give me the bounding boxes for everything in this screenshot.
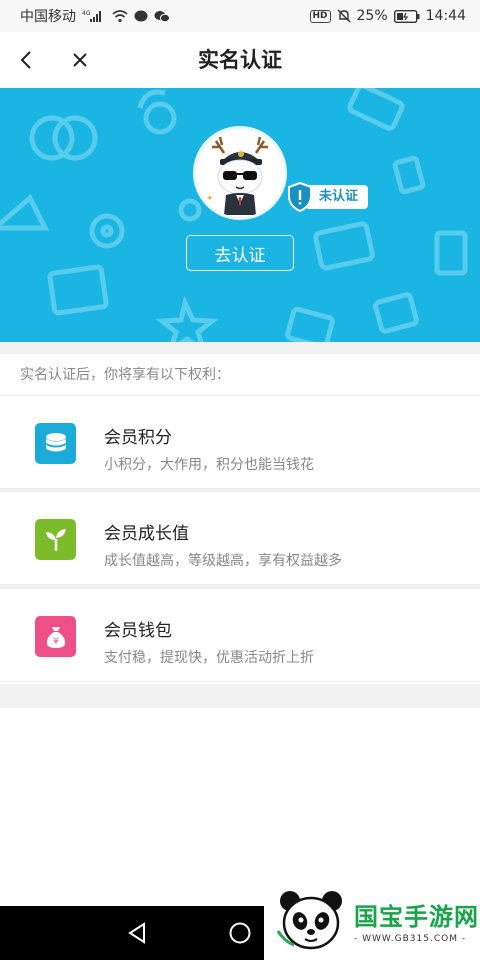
- nav-back-icon[interactable]: [124, 919, 152, 947]
- benefit-title: 会员积分: [104, 428, 172, 448]
- status-bar: 中国移动 4G HD 25% 14:44: [0, 0, 480, 32]
- battery-percent: 25%: [356, 8, 388, 24]
- benefit-card-growth[interactable]: 会员成长值 成长值越高，等级越高，享有权益越多: [0, 491, 480, 585]
- title-bar: 实名认证: [0, 32, 480, 88]
- panda-logo-icon: [276, 891, 342, 950]
- message-icon: [134, 10, 148, 23]
- benefit-title: 会员钱包: [104, 621, 172, 641]
- verification-status-label: 未认证: [305, 185, 369, 209]
- svg-text:4G: 4G: [82, 10, 91, 17]
- benefit-card-wallet[interactable]: ¥ 会员钱包 支付稳，提现快，优惠活动折上折: [0, 588, 480, 682]
- battery-icon: [393, 9, 420, 23]
- coins-stack-icon: [35, 423, 76, 464]
- carrier-label: 中国移动: [20, 9, 76, 25]
- benefit-card-points[interactable]: 会员积分 小积分，大作用，积分也能当钱花: [0, 395, 480, 489]
- benefits-heading: 实名认证后，你将享有以下权利：: [20, 367, 230, 383]
- section-divider: [0, 684, 480, 708]
- benefit-description: 支付稳，提现快，优惠活动折上折: [104, 650, 314, 666]
- svg-text:✦: ✦: [206, 194, 214, 204]
- nav-home-icon[interactable]: [226, 919, 254, 947]
- watermark-url: - WWW.GB315.COM -: [354, 933, 467, 944]
- section-divider: [0, 342, 480, 354]
- benefit-description: 小积分，大作用，积分也能当钱花: [104, 457, 314, 473]
- sprout-icon: [35, 519, 76, 560]
- status-right: HD 25% 14:44: [309, 8, 466, 24]
- clock: 14:44: [425, 8, 466, 24]
- watermark-brand: 国宝手游网: [354, 902, 479, 931]
- avatar: ✦: [193, 126, 287, 220]
- close-icon: [73, 53, 87, 67]
- status-left: 中国移动 4G: [20, 6, 170, 26]
- deer-mascot-icon: ✦: [206, 136, 268, 215]
- money-bag-icon: ¥: [35, 616, 76, 657]
- verification-status-badge: 未认证: [287, 182, 369, 212]
- close-button[interactable]: [66, 46, 94, 74]
- watermark-text: 国宝手游网 - WWW.GB315.COM -: [354, 897, 479, 944]
- svg-text:¥: ¥: [53, 637, 59, 647]
- wifi-icon: [112, 9, 128, 23]
- mute-icon: [337, 9, 351, 23]
- verify-button[interactable]: 去认证: [186, 235, 294, 271]
- shield-alert-icon: [288, 182, 312, 212]
- signal-icon: 4G: [82, 9, 106, 23]
- wechat-icon: [154, 10, 170, 23]
- hd-badge: HD: [309, 9, 331, 23]
- watermark: 国宝手游网 - WWW.GB315.COM -: [264, 880, 480, 960]
- benefit-title: 会员成长值: [104, 524, 189, 544]
- chevron-left-icon: [20, 51, 31, 69]
- back-button[interactable]: [12, 46, 40, 74]
- banner: ✦ 未认证 去认证: [0, 88, 480, 342]
- benefit-description: 成长值越高，等级越高，享有权益越多: [104, 553, 342, 569]
